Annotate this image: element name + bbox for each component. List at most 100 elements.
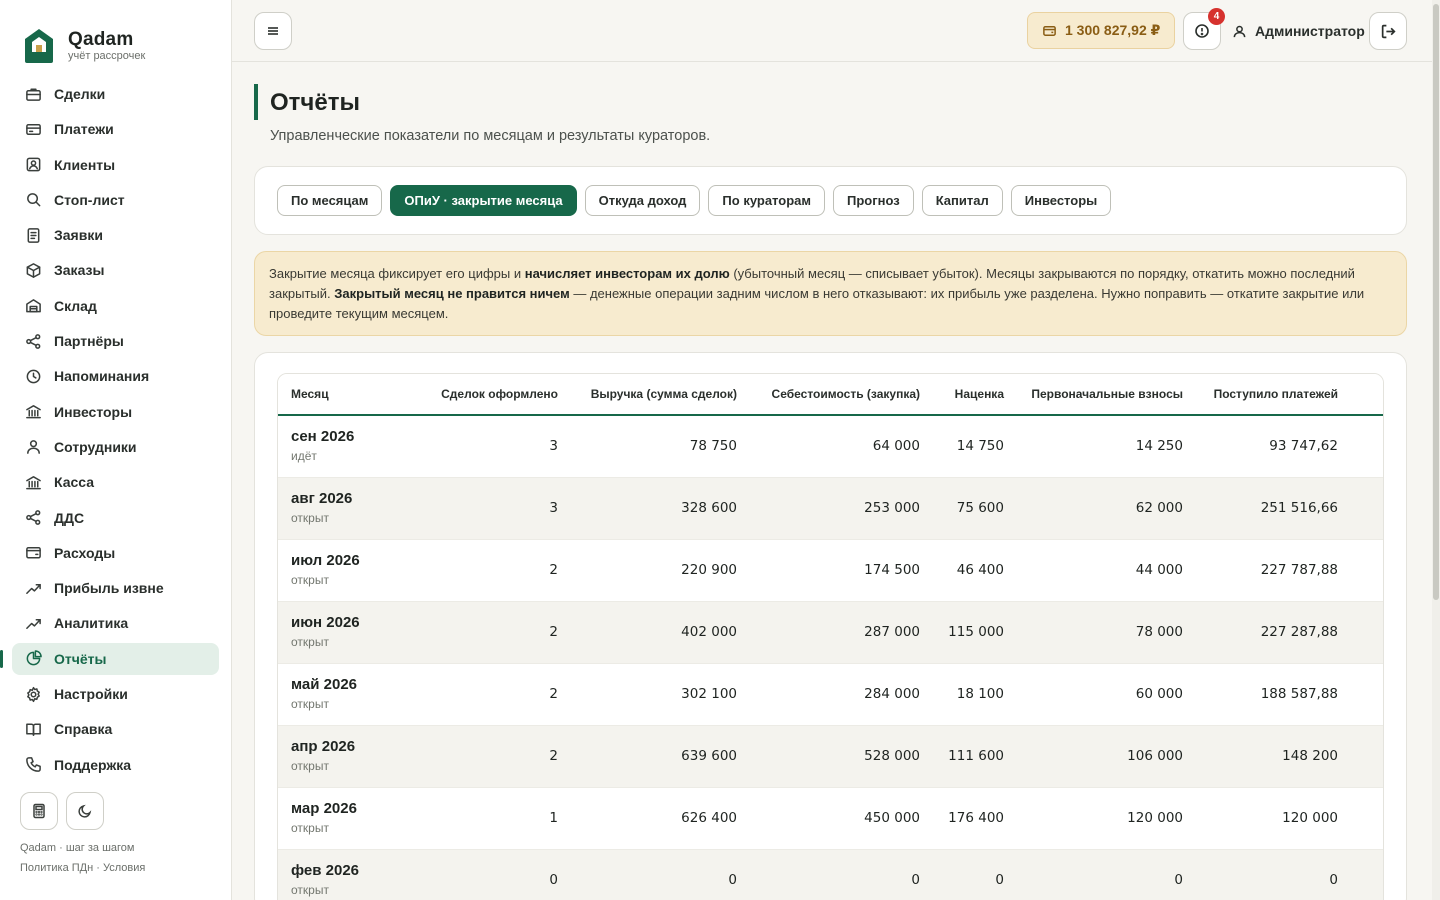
column-header[interactable]: Сделок оформлено [423,374,571,416]
accrued-cell [1351,787,1383,850]
sidebar-item-14[interactable]: Прибыль извне [12,572,219,604]
sidebar-item-label: ДДС [54,509,85,526]
sidebar-item-12[interactable]: ДДС [12,502,219,534]
sidebar-item-1[interactable]: Платежи [12,113,219,145]
table-row[interactable]: май 2026 открыт 2 302 100 284 000 18 100 60 00… [278,663,1383,726]
column-header[interactable]: Месяц [278,374,423,416]
sidebar-item-13[interactable]: Расходы [12,537,219,569]
table-row[interactable]: фев 2026 открыт 0 0 0 0 0 0 [278,849,1383,900]
deals-cell: 2 [423,725,571,788]
trend-up-icon [24,579,42,597]
sidebar-nav: Сделки Платежи Клиенты Стоп-лист Заявки Заказ… [0,78,231,781]
hamburger-icon [268,27,278,35]
month-state: идёт [291,449,317,464]
table-row[interactable]: сен 2026 идёт 3 78 750 64 000 14 750 14 250 93 … [278,415,1383,478]
month-close-notice: Закрытие месяца фиксирует его цифры и на… [254,251,1407,336]
column-header[interactable]: Выручка (сумма сделок) [571,374,750,416]
sidebar-item-16[interactable]: Отчёты [0,642,219,675]
sidebar-item-18[interactable]: Справка [12,713,219,745]
trend-up-icon [24,614,42,632]
tab-4[interactable]: Прогноз [832,185,914,216]
month-name: сен 2026 [291,428,355,446]
sidebar-item-11[interactable]: Касса [12,466,219,498]
share-icon [24,332,42,350]
table-row[interactable]: июн 2026 открыт 2 402 000 287 000 115 000 78 0… [278,601,1383,664]
notice-bold-1: начисляет инвесторам их долю [524,266,730,281]
sidebar-item-label: Стоп-лист [54,191,125,208]
tab-3[interactable]: По кураторам [708,185,825,216]
sidebar-item-17[interactable]: Настройки [12,678,219,710]
cost-cell: 287 000 [750,601,933,664]
sidebar-item-7[interactable]: Партнёры [12,325,219,357]
logout-icon [1381,24,1396,38]
sidebar-item-label: Платежи [54,121,114,138]
column-header[interactable]: Поступило платежей [1196,374,1351,416]
brand[interactable]: Qadam учёт рассрочек [0,0,231,72]
month-name: мар 2026 [291,800,357,817]
briefcase-icon [24,85,42,103]
table-row[interactable]: июл 2026 открыт 2 220 900 174 500 46 400 44 00… [278,539,1383,602]
sidebar-item-label: Расходы [54,544,116,561]
pnl-table-scroll[interactable]: Месяц Сделок оформлено Выручка (сумма сдел… [277,373,1384,900]
topbar: 1 300 827,92 ₽ 4 Администратор [232,0,1440,62]
theme-toggle-button[interactable] [66,792,104,830]
initial-cell: 0 [1017,849,1196,900]
table-row[interactable]: мар 2026 открыт 1 626 400 450 000 176 400 120 … [278,787,1383,850]
page-scrollbar-thumb[interactable] [1433,4,1439,600]
revenue-cell: 78 750 [571,415,750,478]
column-header[interactable]: Себестоимость (закупка) [750,374,933,416]
tab-2[interactable]: Откуда доход [584,185,701,216]
sidebar-item-10[interactable]: Сотрудники [12,431,219,463]
revenue-cell: 220 900 [571,539,750,602]
sidebar-item-label: Прибыль извне [54,580,164,597]
month-state: открыт [291,511,329,525]
sidebar-item-9[interactable]: Инвесторы [12,396,219,428]
column-header[interactable]: Наценка [933,374,1017,416]
footer-links[interactable]: Политика ПДн · Условия [20,858,145,878]
markup-cell: 18 100 [933,663,1017,726]
sidebar-item-2[interactable]: Клиенты [12,149,219,181]
table-row[interactable]: авг 2026 открыт 3 328 600 253 000 75 600 62 00… [278,477,1383,540]
user-menu[interactable]: Администратор [1232,12,1365,50]
tab-6[interactable]: Инвесторы [1010,185,1112,216]
table-row[interactable]: апр 2026 открыт 2 639 600 528 000 111 600 106 … [278,725,1383,788]
month-name: июл 2026 [291,552,360,569]
moon-icon [78,804,92,818]
sidebar-item-4[interactable]: Заявки [12,219,219,251]
sidebar-item-3[interactable]: Стоп-лист [12,184,219,216]
month-state: открыт [291,697,329,711]
deals-cell: 3 [423,477,571,540]
received-cell: 120 000 [1196,787,1351,850]
sidebar-item-6[interactable]: Склад [12,290,219,322]
sidebar-item-8[interactable]: Напоминания [12,360,219,392]
accrued-cell [1351,849,1383,900]
calculator-button[interactable] [20,792,58,830]
tab-0[interactable]: По месяцам [277,185,383,216]
accrued-cell [1351,477,1383,540]
logout-button[interactable] [1369,12,1407,50]
column-header[interactable]: Начислено [1351,374,1383,416]
column-header[interactable]: Первоначальные взносы [1017,374,1196,416]
menu-toggle-button[interactable] [254,12,292,50]
deals-cell: 2 [423,663,571,726]
tab-1[interactable]: ОПиУ · закрытие месяца [390,185,577,216]
month-cell: май 2026 открыт [278,663,423,726]
month-state: открыт [291,883,329,897]
sidebar-item-label: Сотрудники [54,438,137,455]
month-name: май 2026 [291,676,357,693]
initial-cell: 120 000 [1017,787,1196,850]
sidebar-item-5[interactable]: Заказы [12,254,219,286]
revenue-cell: 626 400 [571,787,750,850]
report-tabs: По месяцам ОПиУ · закрытие месяца Откуда д… [254,166,1407,235]
tab-5[interactable]: Капитал [921,185,1003,216]
gear-icon [24,685,42,703]
received-cell: 148 200 [1196,725,1351,788]
initial-cell: 78 000 [1017,601,1196,664]
sidebar-item-0[interactable]: Сделки [12,78,219,110]
sidebar-item-19[interactable]: Поддержка [12,749,219,781]
page-header: Отчёты Управленческие показатели по меся… [254,84,710,144]
sidebar-item-15[interactable]: Аналитика [12,607,219,639]
sidebar-item-label: Настройки [54,686,128,703]
cash-balance-button[interactable]: 1 300 827,92 ₽ [1027,12,1176,49]
table-header-row: Месяц Сделок оформлено Выручка (сумма сдел… [278,374,1383,416]
